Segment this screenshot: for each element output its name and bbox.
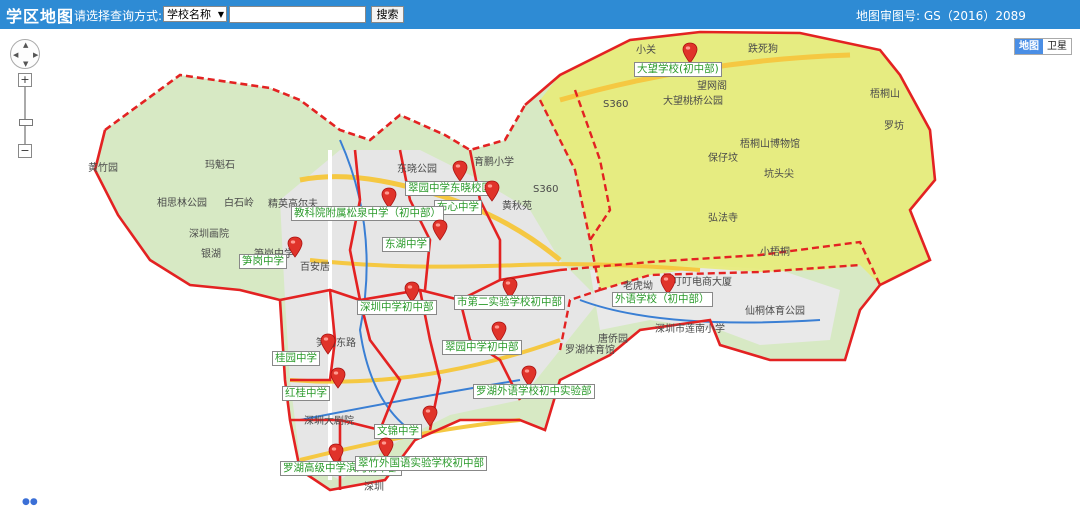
place-label: 黄竹园 — [88, 163, 118, 174]
place-label: 梧桐山博物馆 — [740, 139, 800, 150]
query-mode-value: 学校名称 — [167, 8, 211, 21]
place-label: 叮叮电商大厦 — [672, 277, 732, 288]
pan-control[interactable]: ▲ ▼ ◀ ▶ — [10, 39, 40, 69]
school-label[interactable]: 东湖中学 — [382, 237, 430, 252]
school-label[interactable]: 外语学校（初中部） — [612, 292, 713, 307]
location-pin-icon[interactable] — [320, 333, 336, 355]
place-label: 保仔坟 — [708, 153, 738, 164]
school-label[interactable]: 桂园中学 — [272, 351, 320, 366]
place-label: 弘法寺 — [708, 213, 738, 224]
map-base-layer — [93, 30, 937, 492]
place-label: 大望桃桥公园 — [663, 96, 723, 107]
location-pin-icon[interactable] — [484, 180, 500, 202]
arrow-up-icon[interactable]: ▲ — [23, 41, 28, 49]
place-label: 望网阁 — [697, 81, 727, 92]
place-label: 深圳画院 — [189, 229, 229, 240]
place-label: 育鹏小学 — [474, 157, 514, 168]
search-input[interactable] — [229, 6, 366, 23]
school-label[interactable]: 罗湖外语学校初中实验部 — [473, 384, 595, 399]
location-pin-icon[interactable] — [330, 367, 346, 389]
location-pin-icon[interactable] — [452, 160, 468, 182]
place-label: 深圳大剧院 — [304, 416, 354, 427]
school-label[interactable]: 翠园中学初中部 — [442, 340, 522, 355]
place-label: 玛魁石 — [205, 160, 235, 171]
school-label[interactable]: 深圳中学初中部 — [357, 300, 437, 315]
place-label: 梧桐山 — [870, 89, 900, 100]
map-type-switch: 地图 卫星 — [1014, 38, 1072, 55]
place-label: 小关 — [636, 45, 656, 56]
place-label: 白石岭 — [224, 198, 254, 209]
place-label: 东晓公园 — [397, 164, 437, 175]
arrow-right-icon[interactable]: ▶ — [33, 51, 38, 59]
chevron-down-icon: ▼ — [217, 10, 224, 19]
zoom-slider-handle[interactable] — [19, 119, 33, 126]
school-label[interactable]: 大望学校(初中部) — [634, 62, 722, 77]
location-pin-icon[interactable] — [432, 219, 448, 241]
map-approval-number: 地图审图号: GS（2016）2089 — [856, 9, 1026, 23]
app-title: 学区地图 — [6, 7, 75, 26]
school-label[interactable]: 笋岗中学 — [239, 254, 287, 269]
location-pin-icon[interactable] — [422, 405, 438, 427]
map-type-map-button[interactable]: 地图 — [1015, 39, 1043, 54]
zoom-in-button[interactable]: + — [18, 73, 32, 87]
place-label: 罗湖体育馆 — [565, 345, 615, 356]
map-type-satellite-button[interactable]: 卫星 — [1043, 39, 1071, 54]
place-label: 相思林公园 — [157, 198, 207, 209]
place-label: S360 — [533, 184, 559, 195]
place-label: 跌死狗 — [748, 44, 778, 55]
location-pin-icon[interactable] — [287, 236, 303, 258]
search-button[interactable]: 搜索 — [371, 6, 404, 23]
school-label[interactable]: 翠园中学东晓校区 — [405, 181, 495, 196]
arrow-left-icon[interactable]: ◀ — [13, 51, 18, 59]
school-label[interactable]: 教科院附属松泉中学（初中部） — [291, 206, 444, 221]
place-label: 深圳市莲南小学 — [655, 324, 725, 335]
school-label[interactable]: 市第二实验学校初中部 — [454, 295, 565, 310]
header-bar: 学区地图 请选择查询方式: 学校名称 ▼ 搜索 地图审图号: GS（2016）2… — [0, 0, 1080, 29]
place-label: 黄秋苑 — [502, 201, 532, 212]
place-label: 老虎坳 — [623, 281, 653, 292]
school-label[interactable]: 翠竹外国语实验学校初中部 — [355, 456, 487, 471]
zoom-out-button[interactable]: − — [18, 144, 32, 158]
place-label: 深圳 — [364, 482, 384, 493]
place-label: S360 — [603, 99, 629, 110]
map-logo-icon: ●● — [22, 497, 38, 506]
school-label[interactable]: 红桂中学 — [282, 386, 330, 401]
place-label: 罗坊 — [884, 121, 904, 132]
arrow-down-icon[interactable]: ▼ — [23, 60, 28, 68]
query-mode-select[interactable]: 学校名称 ▼ — [163, 6, 227, 22]
place-label: 百安居 — [300, 262, 330, 273]
place-label: 银湖 — [201, 249, 221, 260]
map-canvas[interactable]: ▲ ▼ ◀ ▶ + − 地图 卫星 小关 跌死狗望网阁大望桃桥公园 S360 梧桐山罗… — [0, 29, 1080, 506]
place-label: 小梧桐 — [760, 247, 790, 258]
zoom-slider-track[interactable] — [24, 87, 26, 144]
query-mode-label: 请选择查询方式: — [74, 9, 163, 23]
place-label: 仙桐体育公园 — [745, 306, 805, 317]
location-pin-icon[interactable] — [682, 42, 698, 64]
place-label: 坑头尖 — [764, 169, 794, 180]
